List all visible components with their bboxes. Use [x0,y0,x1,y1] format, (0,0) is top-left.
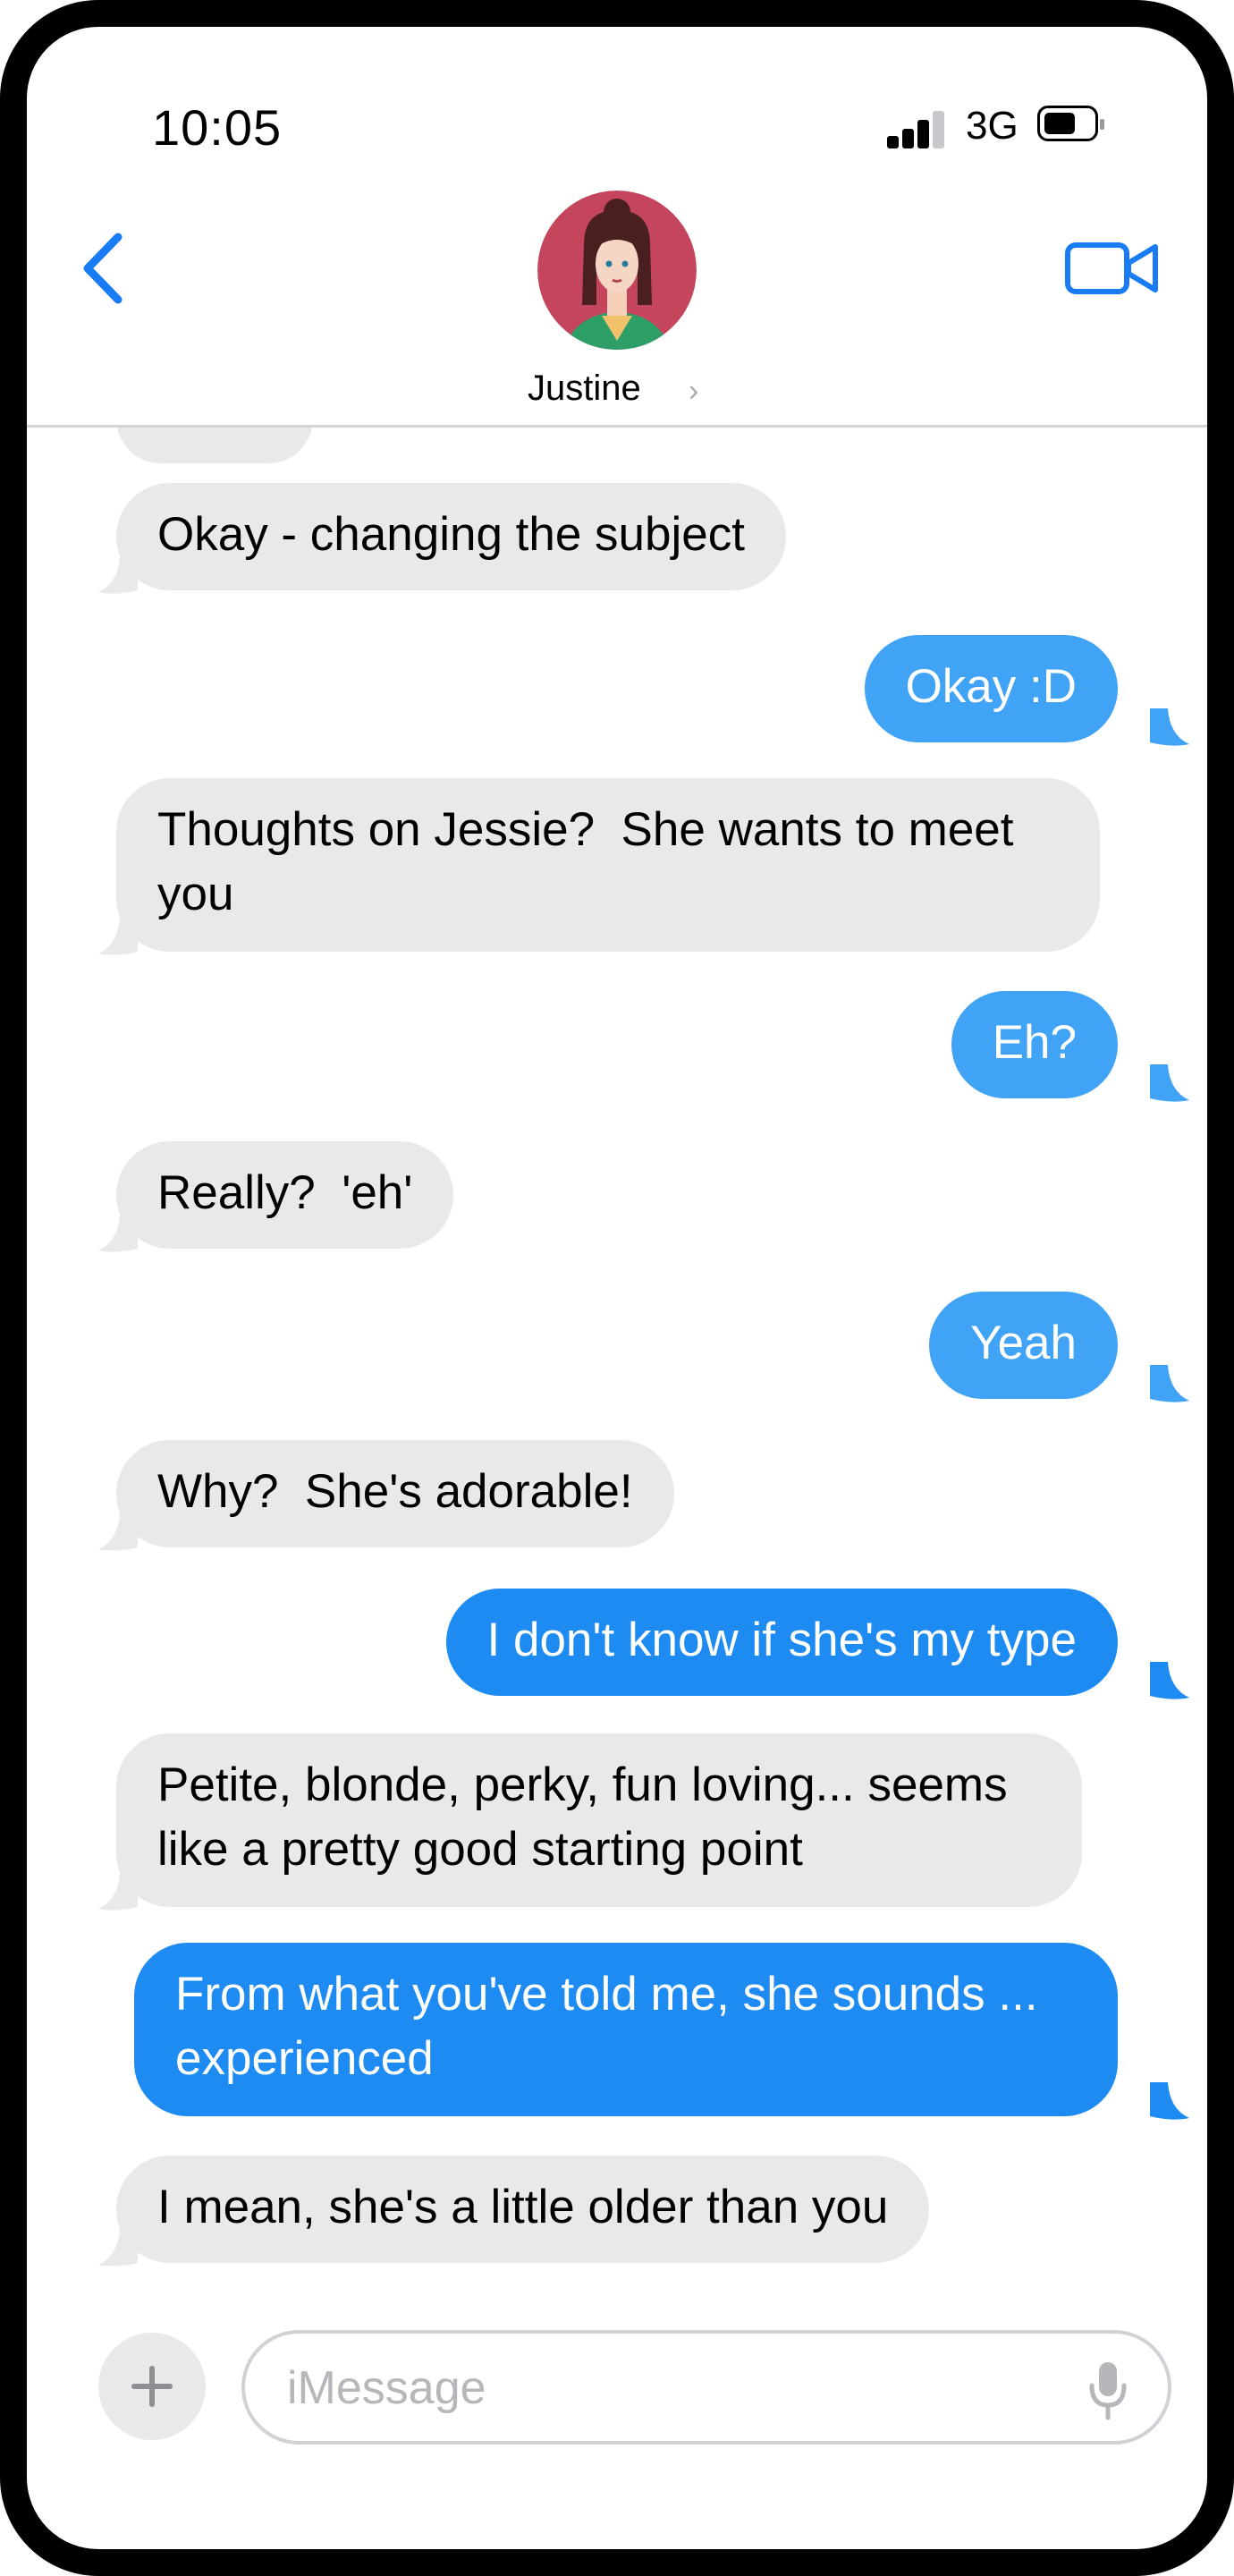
add-attachment-button[interactable] [98,2333,206,2440]
message-text: Petite, blonde, perky, fun loving... see… [157,1758,1021,1876]
contact-avatar[interactable] [537,191,697,350]
signal-icon [887,109,944,148]
message-bubble-incoming[interactable]: Petite, blonde, perky, fun loving... see… [116,1733,1082,1907]
message-bubble-outgoing[interactable]: Eh? [951,991,1118,1098]
message-bubble-incoming[interactable]: Okay - changing the subject [116,483,786,590]
status-bar: 10:05 3G [27,27,1207,206]
message-text: Yeah [970,1317,1077,1369]
message-text: I mean, she's a little older than you [157,2181,889,2233]
bubble-tail [98,556,138,594]
bubble-tail [98,918,138,955]
bubble-tail [98,1873,138,1911]
bubble-tail [1150,708,1189,746]
back-chevron-icon[interactable] [72,219,134,318]
message-text: From what you've told me, she sounds ...… [175,1968,1052,2085]
bubble-tail [1150,1662,1189,1699]
message-bubble-outgoing[interactable]: From what you've told me, she sounds ...… [134,1943,1118,2116]
message-bubble-partial [116,428,313,463]
message-text: Why? She's adorable! [157,1465,633,1518]
screen: 10:05 3G Justine › Okay - changing the s… [27,27,1207,2549]
microphone-icon[interactable] [1086,2359,1130,2421]
bubble-tail [98,2229,138,2267]
bubble-tail [98,1215,138,1252]
message-bubble-outgoing[interactable]: Yeah [929,1292,1118,1399]
message-bubble-incoming[interactable]: Why? She's adorable! [116,1440,674,1547]
bubble-tail [1150,1064,1189,1102]
message-bubble-incoming[interactable]: Really? 'eh' [116,1141,454,1249]
video-call-icon[interactable] [1064,233,1162,304]
network-type: 3G [966,104,1018,148]
message-bubble-incoming[interactable]: I mean, she's a little older than you [116,2156,930,2263]
contact-name[interactable]: Justine [528,369,641,409]
battery-icon [1037,106,1104,141]
bubble-tail [98,1513,138,1551]
chevron-right-icon[interactable]: › [689,374,698,409]
status-time: 10:05 [152,99,283,156]
message-text: Okay :D [905,660,1077,713]
message-thread[interactable]: Okay - changing the subject Okay :D Thou… [27,428,1207,2290]
message-text: Okay - changing the subject [157,508,745,561]
bubble-tail [1150,1365,1189,1402]
message-text: I don't know if she's my type [486,1614,1077,1666]
message-text: Really? 'eh' [157,1166,413,1219]
phone-frame: 10:05 3G Justine › Okay - changing the s… [0,0,1234,2576]
message-text: Eh? [992,1016,1077,1069]
message-text: Thoughts on Jessie? She wants to meet yo… [157,803,1027,920]
message-bubble-outgoing[interactable]: I don't know if she's my type [445,1589,1118,1696]
message-bubble-incoming[interactable]: Thoughts on Jessie? She wants to meet yo… [116,778,1100,952]
imessage-field[interactable] [241,2330,1171,2445]
imessage-input[interactable] [285,2351,1049,2425]
message-bubble-outgoing[interactable]: Okay :D [864,635,1118,742]
bubble-tail [1150,2082,1189,2120]
